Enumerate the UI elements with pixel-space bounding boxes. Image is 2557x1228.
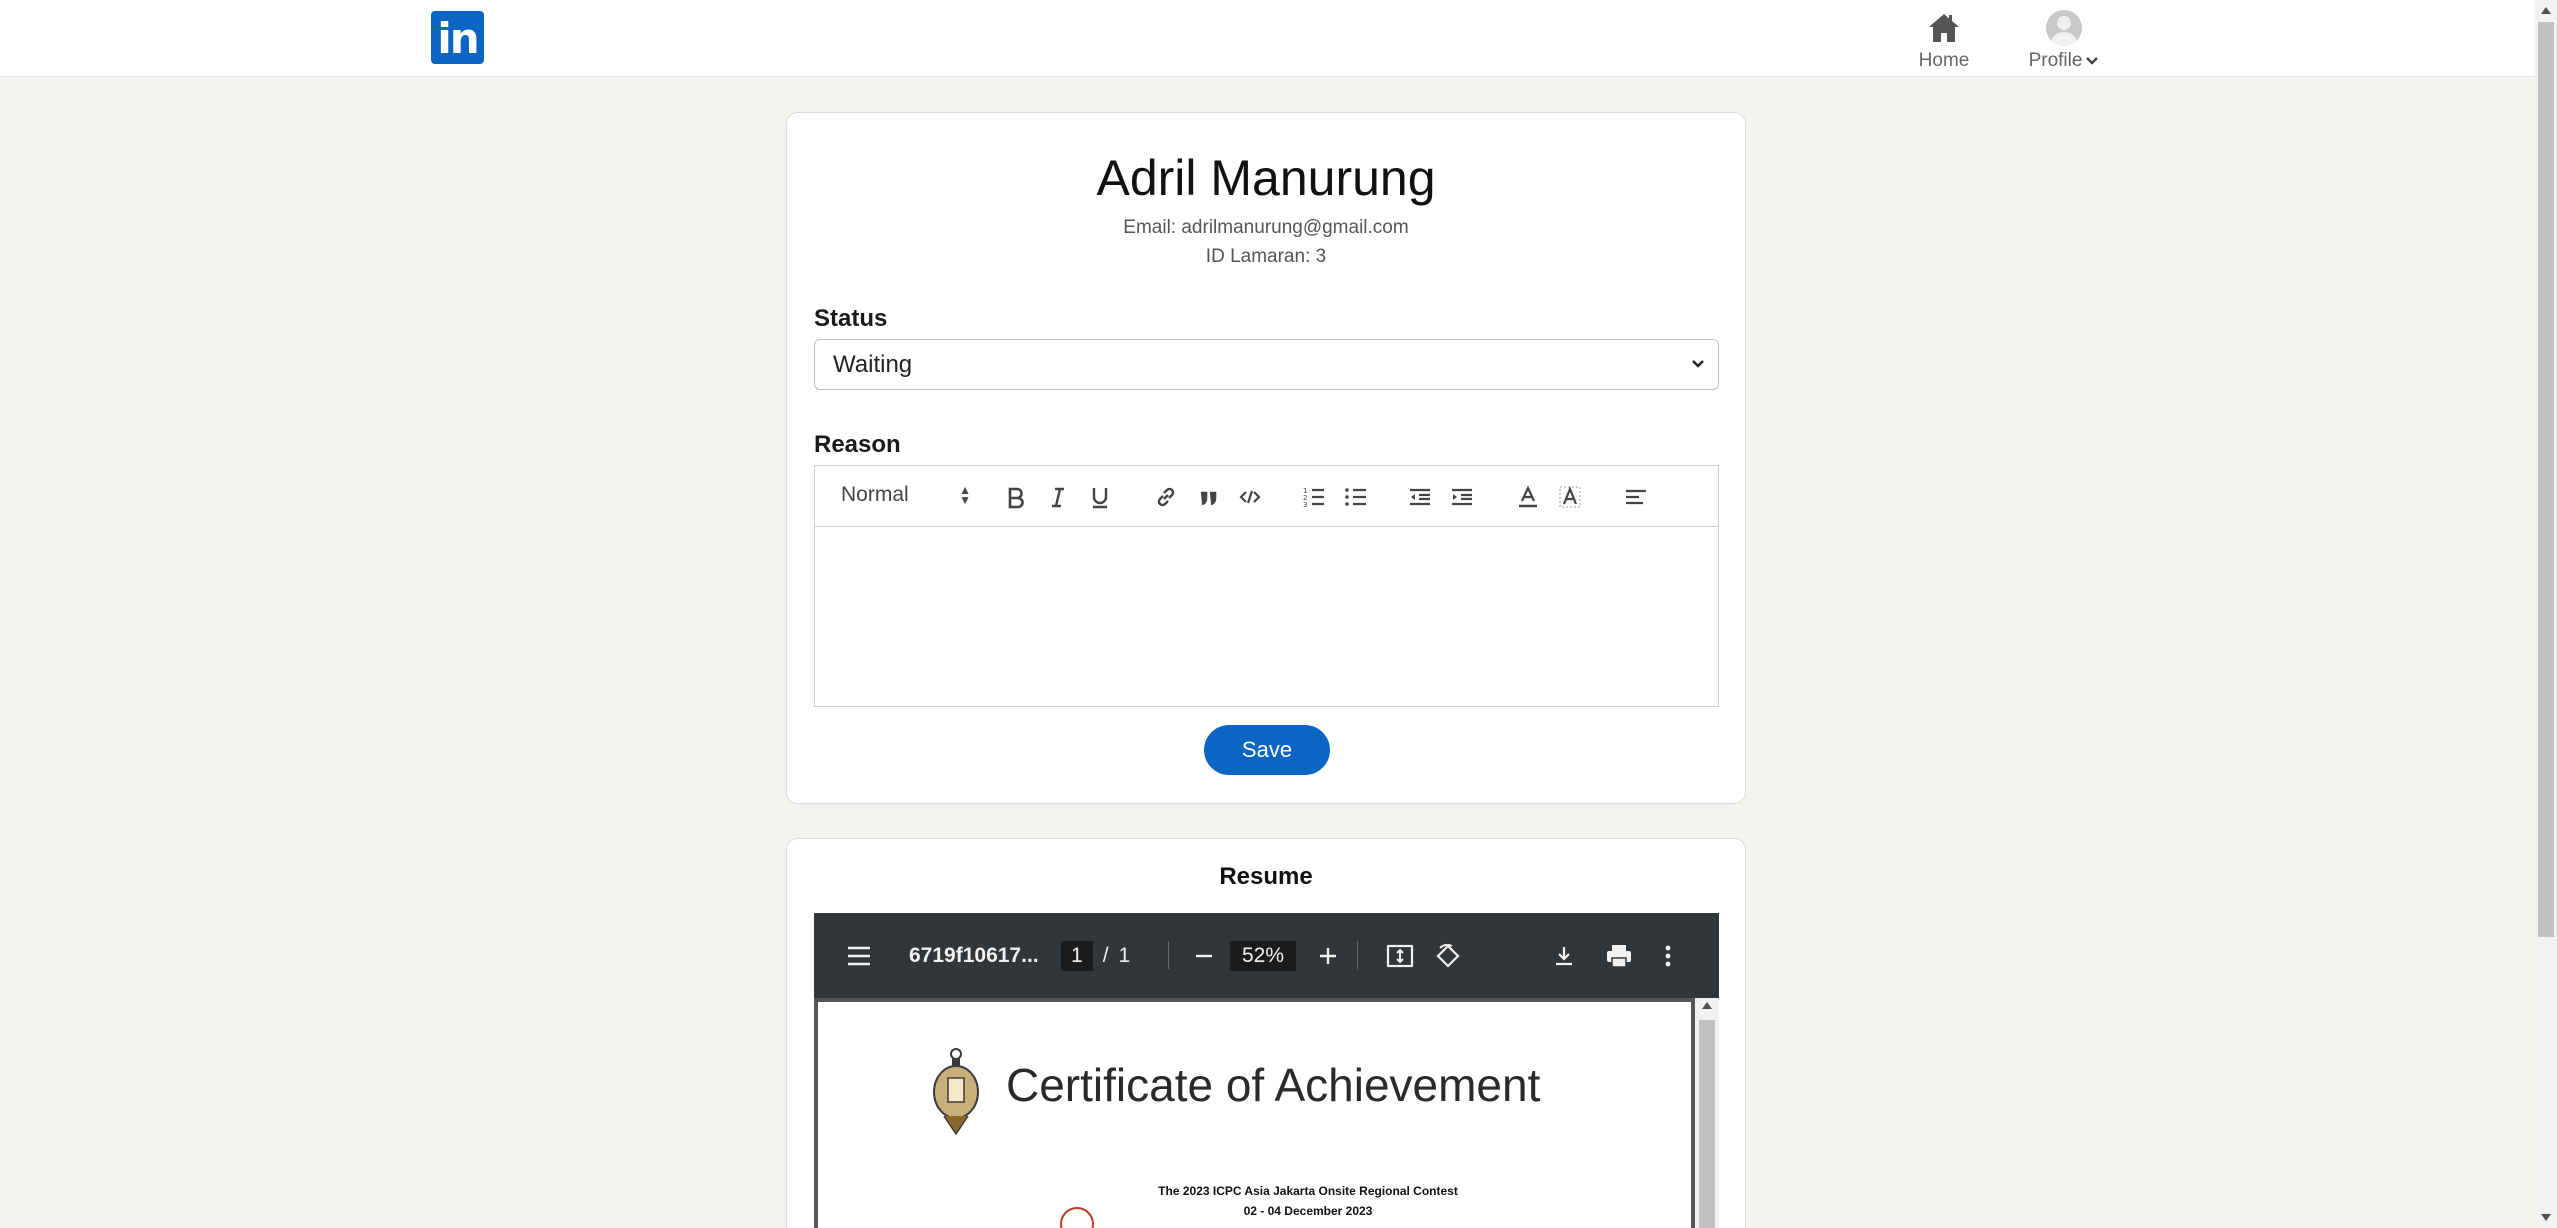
pdf-total-pages: 1 — [1118, 943, 1131, 967]
ordered-list-button[interactable]: 123 — [1299, 482, 1329, 512]
status-select[interactable]: Waiting — [814, 339, 1719, 390]
download-button[interactable] — [1552, 913, 1576, 998]
bullet-list-button[interactable] — [1341, 482, 1371, 512]
print-icon — [1607, 944, 1631, 968]
scroll-down-arrow-icon[interactable] — [2541, 1214, 2551, 1221]
plus-icon — [1320, 947, 1336, 964]
minus-icon — [1196, 954, 1212, 957]
outdent-icon — [1410, 488, 1430, 506]
text-color-icon — [1519, 485, 1537, 508]
underline-button[interactable] — [1085, 482, 1115, 512]
applicant-email: Email: adrilmanurung@gmail.com — [1123, 217, 1409, 238]
bold-button[interactable] — [1001, 482, 1031, 512]
download-icon — [1556, 946, 1572, 965]
pdf-page-separator: / — [1102, 943, 1109, 967]
bullet-list-icon — [1345, 488, 1366, 506]
nav-home-label: Home — [1918, 50, 1970, 71]
indent-button[interactable] — [1447, 482, 1477, 512]
italic-button[interactable] — [1043, 482, 1073, 512]
pdf-filename: 6719f10617... — [909, 943, 1039, 967]
blockquote-icon — [1201, 491, 1217, 506]
svg-text:3: 3 — [1303, 501, 1307, 509]
scroll-up-arrow-icon[interactable] — [1702, 1002, 1712, 1009]
more-vertical-icon — [1665, 945, 1671, 966]
avatar — [2046, 10, 2082, 46]
updown-icon: ▲ ▼ — [959, 483, 971, 507]
pdf-scroll-thumb[interactable] — [1699, 1020, 1715, 1228]
link-button[interactable] — [1151, 482, 1181, 512]
nav-home[interactable]: Home — [1918, 6, 1970, 72]
resume-card: Resume 6719f10617... 1 / 1 52% Certifica… — [786, 838, 1746, 1228]
chevron-down-icon — [1692, 360, 1704, 368]
bold-icon — [1008, 487, 1024, 509]
certificate-date: 02 - 04 December 2023 — [1243, 1204, 1373, 1218]
nav-profile-label-wrap: Profile — [2029, 50, 2100, 72]
fit-page-icon — [1386, 944, 1414, 967]
code-button[interactable] — [1235, 482, 1265, 512]
resume-title: Resume — [1219, 863, 1313, 890]
link-icon — [1157, 487, 1175, 507]
underline-icon — [1092, 488, 1108, 509]
linkedin-logo[interactable]: in — [431, 11, 484, 64]
status-selected-value: Waiting — [833, 351, 913, 378]
certificate-emblem-icon — [933, 1048, 979, 1136]
certificate-title: Certificate of Achievement — [1006, 1059, 1541, 1111]
align-button[interactable] — [1621, 482, 1651, 512]
hamburger-menu-icon — [848, 946, 870, 965]
pdf-toolbar: 6719f10617... 1 / 1 52% — [814, 913, 1719, 998]
chevron-down-icon — [2086, 57, 2099, 65]
pdf-menu-button[interactable] — [846, 913, 872, 998]
application-card: Adril Manurung Email: adrilmanurung@gmai… — [786, 112, 1746, 804]
divider — [1357, 941, 1358, 969]
save-button[interactable]: Save — [1204, 725, 1330, 775]
rotate-button[interactable] — [1434, 913, 1462, 998]
reason-label: Reason — [814, 431, 901, 458]
outdent-button[interactable] — [1405, 482, 1435, 512]
home-icon — [1929, 14, 1959, 42]
certificate-contest: The 2023 ICPC Asia Jakarta Onsite Region… — [1158, 1184, 1458, 1198]
applicant-name: Adril Manurung — [1096, 150, 1436, 206]
text-color-button[interactable] — [1513, 482, 1543, 512]
italic-icon — [1052, 487, 1064, 508]
zoom-level[interactable]: 52% — [1230, 913, 1297, 998]
format-picker[interactable]: Normal ▲ ▼ — [841, 483, 971, 507]
window-scroll-thumb[interactable] — [2538, 22, 2554, 937]
code-icon — [1239, 490, 1261, 504]
reason-editor[interactable] — [814, 526, 1719, 707]
nav-profile[interactable]: Profile — [2026, 6, 2102, 72]
divider — [1168, 941, 1169, 969]
editor-toolbar: Normal ▲ ▼ 123 — [814, 465, 1719, 527]
blockquote-button[interactable] — [1193, 482, 1223, 512]
pdf-scrollbar[interactable] — [1695, 998, 1719, 1228]
status-label: Status — [814, 305, 888, 332]
pdf-page-indicator: 1 / 1 — [1061, 913, 1130, 998]
fit-page-button[interactable] — [1386, 913, 1414, 998]
nav-profile-label: Profile — [2028, 50, 2083, 71]
certificate-seal — [1060, 1207, 1094, 1228]
zoom-input[interactable]: 52% — [1230, 940, 1297, 971]
more-options-button[interactable] — [1664, 913, 1672, 998]
zoom-in-button[interactable] — [1317, 913, 1339, 998]
align-icon — [1626, 489, 1646, 505]
window-scrollbar[interactable] — [2535, 0, 2557, 1228]
pdf-page-input[interactable]: 1 — [1061, 940, 1093, 971]
rotate-icon — [1436, 943, 1460, 968]
background-color-icon — [1559, 486, 1581, 508]
pdf-page: Certificate of Achievement The 2023 ICPC… — [818, 1002, 1691, 1228]
zoom-out-button[interactable] — [1193, 913, 1215, 998]
format-picker-value: Normal — [841, 483, 909, 506]
print-button[interactable] — [1605, 913, 1633, 998]
application-id: ID Lamaran: 3 — [1205, 246, 1327, 267]
indent-icon — [1452, 488, 1472, 506]
ordered-list-icon: 123 — [1303, 487, 1324, 509]
scroll-up-arrow-icon[interactable] — [2541, 7, 2551, 14]
background-color-button[interactable] — [1555, 482, 1585, 512]
top-navbar: in Home Profile — [0, 0, 2535, 77]
pdf-viewer[interactable]: Certificate of Achievement The 2023 ICPC… — [814, 998, 1719, 1228]
